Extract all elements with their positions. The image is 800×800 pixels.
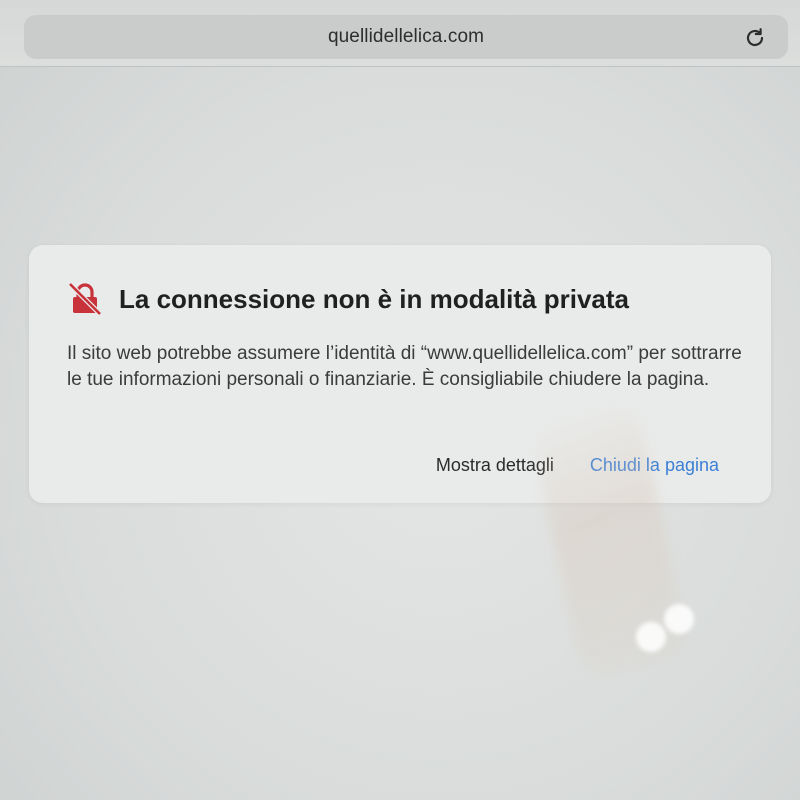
reload-icon — [746, 28, 764, 47]
address-text[interactable]: quellidellelica.com — [24, 26, 788, 48]
reload-button[interactable] — [742, 25, 768, 51]
browser-toolbar: quellidellelica.com — [0, 0, 800, 67]
reflection-highlight — [664, 604, 694, 634]
reflection-highlight — [636, 622, 666, 652]
security-warning-card: La connessione non è in modalità privata… — [29, 245, 771, 503]
warning-header: La connessione non è in modalità privata — [67, 281, 629, 317]
warning-message: Il sito web potrebbe assumere l’identità… — [67, 343, 742, 390]
warning-title: La connessione non è in modalità privata — [119, 283, 629, 314]
insecure-lock-icon — [67, 281, 103, 317]
address-bar[interactable]: quellidellelica.com — [24, 15, 788, 59]
